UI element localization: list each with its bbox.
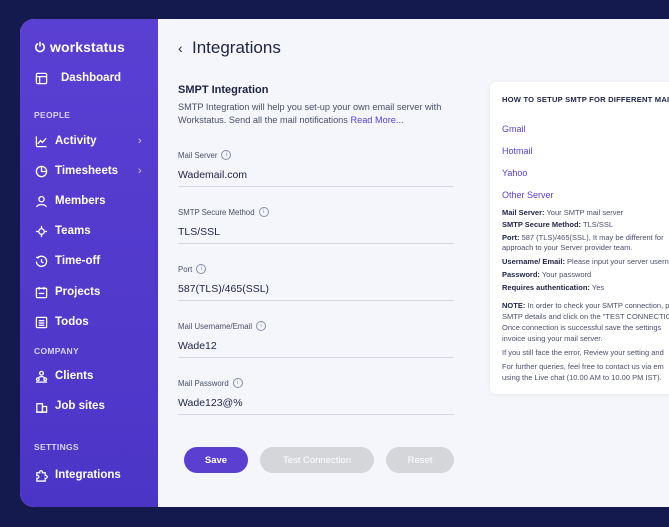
sidebar-item-label: Job sites bbox=[55, 400, 105, 412]
port-input[interactable]: 587(TLS)/465(SSL) bbox=[178, 283, 454, 301]
sidebar-item-clients[interactable]: Clients bbox=[34, 369, 93, 383]
help-line: Port: 587 (TLS)/465(SSL), It may be diff… bbox=[502, 233, 664, 242]
sidebar-item-todos[interactable]: Todos bbox=[34, 315, 89, 329]
help-line: Username/ Email: Please input your serve… bbox=[502, 257, 669, 266]
activity-icon bbox=[34, 134, 48, 148]
sidebar-item-teams[interactable]: Teams bbox=[34, 224, 91, 238]
sidebar-item-label: Members bbox=[55, 195, 106, 207]
section-description: SMTP Integration will help you set-up yo… bbox=[178, 101, 468, 127]
read-more-link[interactable]: Read More... bbox=[350, 115, 403, 125]
sidebar-item-label: Teams bbox=[55, 225, 91, 237]
page-title: Integrations bbox=[192, 38, 281, 57]
sidebar-item-integrations[interactable]: Integrations bbox=[34, 468, 121, 482]
help-line: If you still face the error, Review your… bbox=[502, 348, 664, 357]
app-window: workstatus Dashboard PEOPLE Activity › T… bbox=[20, 19, 669, 507]
help-line: approach to your Server provider team. bbox=[502, 243, 633, 252]
sidebar-item-time-off[interactable]: Time-off bbox=[34, 254, 100, 268]
reset-button[interactable]: Reset bbox=[386, 447, 454, 473]
info-icon[interactable]: i bbox=[221, 150, 232, 160]
info-icon[interactable]: i bbox=[196, 264, 207, 274]
sidebar-item-label: Integrations bbox=[55, 469, 121, 481]
sidebar-item-label: Timesheets bbox=[55, 165, 119, 177]
password-input[interactable]: Wade123@% bbox=[178, 397, 454, 415]
field-label: Mail Password bbox=[178, 378, 229, 388]
brand-name: workstatus bbox=[50, 39, 125, 55]
yahoo-link[interactable]: Yahoo bbox=[502, 168, 527, 178]
other-server-link[interactable]: Other Server bbox=[502, 190, 554, 200]
sidebar-item-dashboard[interactable]: Dashboard bbox=[34, 71, 121, 85]
help-line: Password: Your password bbox=[502, 270, 592, 279]
chevron-right-icon[interactable]: › bbox=[138, 165, 142, 177]
password-field: Mail Password i Wade123@% bbox=[178, 378, 454, 415]
sidebar-item-projects[interactable]: Projects bbox=[34, 285, 100, 299]
help-line: Mail Server: Your SMTP mail server bbox=[502, 208, 624, 217]
sidebar-item-job-sites[interactable]: Job sites bbox=[34, 399, 105, 413]
field-label: Mail Username/Email bbox=[178, 321, 253, 331]
gmail-link[interactable]: Gmail bbox=[502, 124, 526, 134]
field-label: SMTP Secure Method bbox=[178, 207, 255, 217]
section-settings: SETTINGS bbox=[34, 442, 79, 452]
help-line: NOTE: In order to check your SMTP connec… bbox=[502, 301, 669, 310]
help-line: SMTP details and click on the "TEST CONN… bbox=[502, 312, 669, 321]
section-company: COMPANY bbox=[34, 346, 79, 356]
info-icon[interactable]: i bbox=[256, 321, 267, 331]
help-line: Once connection is successful save the s… bbox=[502, 323, 662, 332]
user-icon bbox=[34, 194, 48, 208]
sidebar-item-label: Activity bbox=[55, 135, 97, 147]
sidebar-item-label: Clients bbox=[55, 370, 94, 382]
field-label: Mail Server bbox=[178, 150, 218, 160]
port-field: Port i 587(TLS)/465(SSL) bbox=[178, 264, 454, 301]
username-field: Mail Username/Email i Wade12 bbox=[178, 321, 454, 358]
dashboard-icon bbox=[34, 71, 48, 85]
folder-icon bbox=[34, 285, 48, 299]
main-content: ‹ Integrations SMPT Integration SMTP Int… bbox=[158, 19, 669, 507]
help-title: HOW TO SETUP SMTP FOR DIFFERENT MAIL SE bbox=[502, 95, 669, 104]
sidebar-item-members[interactable]: Members bbox=[34, 194, 106, 208]
sidebar-item-label: Todos bbox=[55, 316, 89, 328]
puzzle-icon bbox=[34, 468, 48, 482]
help-line: invoice using your mail server. bbox=[502, 334, 603, 343]
sidebar: workstatus Dashboard PEOPLE Activity › T… bbox=[20, 19, 158, 507]
help-line: using the Live chat (10.00 AM to 10.00 P… bbox=[502, 373, 662, 382]
sidebar-item-label: Time-off bbox=[55, 255, 101, 267]
secure-method-field: SMTP Secure Method i TLS/SSL bbox=[178, 207, 454, 244]
username-input[interactable]: Wade12 bbox=[178, 340, 454, 358]
help-line: Requires authentication: Yes bbox=[502, 283, 605, 292]
building-icon bbox=[34, 399, 48, 413]
field-label: Port bbox=[178, 264, 193, 274]
help-line: SMTP Secure Method: TLS/SSL bbox=[502, 220, 614, 229]
save-button[interactable]: Save bbox=[184, 447, 248, 473]
teams-icon bbox=[34, 224, 48, 238]
section-heading: SMPT Integration bbox=[178, 84, 269, 96]
smtp-help-panel: HOW TO SETUP SMTP FOR DIFFERENT MAIL SE … bbox=[490, 82, 669, 394]
help-line: For further queries, feel free to contac… bbox=[502, 362, 664, 371]
mail-server-field: Mail Server i Wademail.com bbox=[178, 150, 454, 187]
section-people: PEOPLE bbox=[34, 110, 71, 120]
sidebar-item-label: Projects bbox=[55, 286, 101, 298]
test-connection-button[interactable]: Test Connection bbox=[260, 447, 374, 473]
brand-logo[interactable]: workstatus bbox=[34, 39, 125, 55]
sidebar-item-activity[interactable]: Activity bbox=[34, 134, 97, 148]
clock-icon bbox=[34, 164, 48, 178]
info-icon[interactable]: i bbox=[258, 207, 269, 217]
hotmail-link[interactable]: Hotmail bbox=[502, 146, 533, 156]
mail-server-input[interactable]: Wademail.com bbox=[178, 169, 454, 187]
sidebar-item-label: Dashboard bbox=[61, 72, 122, 84]
list-icon bbox=[34, 315, 48, 329]
time-off-icon bbox=[34, 254, 48, 268]
info-icon[interactable]: i bbox=[232, 378, 243, 388]
sidebar-item-timesheets[interactable]: Timesheets bbox=[34, 164, 118, 178]
back-chevron-icon[interactable]: ‹ bbox=[178, 40, 183, 56]
clients-icon bbox=[34, 369, 48, 383]
power-icon bbox=[35, 41, 45, 53]
chevron-right-icon[interactable]: › bbox=[138, 135, 142, 147]
secure-method-input[interactable]: TLS/SSL bbox=[178, 226, 454, 244]
